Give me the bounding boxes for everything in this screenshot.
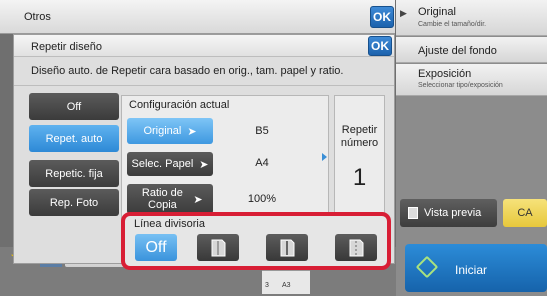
dialog-title: Repetir diseño <box>31 41 102 53</box>
ajuste-fondo-button[interactable]: Ajuste del fondo <box>396 37 547 63</box>
play-icon: ▶ <box>400 8 407 18</box>
config-original-value: B5 <box>255 125 269 137</box>
mode-rep-foto-button[interactable]: Rep. Foto <box>29 189 119 216</box>
config-paper-button[interactable]: Selec. Papel ➤ <box>127 152 213 176</box>
top-bar: Otros OK <box>0 0 395 34</box>
dialog-description: Diseño auto. de Repetir cara basado en o… <box>31 65 344 77</box>
linea-divisoria-panel: Línea divisoria Off <box>121 212 391 270</box>
divider <box>14 85 394 86</box>
iniciar-button[interactable]: Iniciar <box>405 244 547 292</box>
config-ratio-label: Ratio de Copia <box>141 187 183 211</box>
original-settings-button[interactable]: ▶ Original Cambie el tamaño/dir. <box>396 0 547 36</box>
ca-button[interactable]: CA <box>503 199 547 227</box>
exposicion-button[interactable]: Exposición Seleccionar tipo/exposición <box>396 64 547 96</box>
vista-previa-button[interactable]: Vista previa <box>400 199 497 227</box>
arrow-right-icon: ➤ <box>187 125 197 138</box>
dialog-title-bar: Repetir diseño OK <box>14 35 394 57</box>
iniciar-label: Iniciar <box>455 263 488 277</box>
config-heading: Configuración actual <box>129 99 230 111</box>
mode-repet-auto-button[interactable]: Repet. auto <box>29 125 119 152</box>
dialog-ok-button[interactable]: OK <box>368 36 392 56</box>
repeat-label-1: Repetir <box>341 124 378 136</box>
exposicion-label: Exposición <box>418 68 472 80</box>
repeat-label-2: número <box>340 137 379 149</box>
line-style-1-icon <box>211 239 226 256</box>
config-original-button[interactable]: Original ➤ <box>127 118 213 144</box>
config-paper-value: A4 <box>255 157 269 169</box>
original-sub: Cambie el tamaño/dir. <box>418 21 487 28</box>
tray-size: A3 <box>282 282 291 289</box>
exposicion-sub: Seleccionar tipo/exposición <box>418 82 503 89</box>
paper-tray-indicator: 3 A3 <box>262 270 310 294</box>
vista-previa-label: Vista previa <box>424 207 482 219</box>
config-original-label: Original <box>143 125 182 137</box>
linea-style-3-button[interactable] <box>335 234 377 261</box>
line-style-3-icon <box>349 239 364 256</box>
repeat-count-value: 1 <box>352 164 367 191</box>
mode-off-button[interactable]: Off <box>29 93 119 120</box>
linea-style-2-button[interactable] <box>266 234 308 261</box>
pointer-triangle-icon <box>322 153 327 161</box>
linea-off-button[interactable]: Off <box>135 234 177 261</box>
top-ok-button[interactable]: OK <box>370 6 394 28</box>
tray-number: 3 <box>265 282 269 289</box>
original-label: Original <box>418 6 456 18</box>
linea-divisoria-label: Línea divisoria <box>134 218 205 230</box>
preview-icon <box>408 207 418 219</box>
config-paper-label: Selec. Papel <box>131 158 194 170</box>
arrow-right-icon: ➤ <box>199 158 209 171</box>
mode-repetic-fija-button[interactable]: Repetic. fija <box>29 160 119 187</box>
config-ratio-value: 100% <box>247 193 277 205</box>
top-title: Otros <box>24 11 51 23</box>
linea-style-1-button[interactable] <box>197 234 239 261</box>
ajuste-label: Ajuste del fondo <box>418 45 497 57</box>
start-icon <box>415 255 439 279</box>
config-ratio-button[interactable]: Ratio de Copia ➤ <box>127 184 213 214</box>
arrow-right-icon: ➤ <box>193 193 203 206</box>
line-style-2-icon <box>280 239 295 256</box>
